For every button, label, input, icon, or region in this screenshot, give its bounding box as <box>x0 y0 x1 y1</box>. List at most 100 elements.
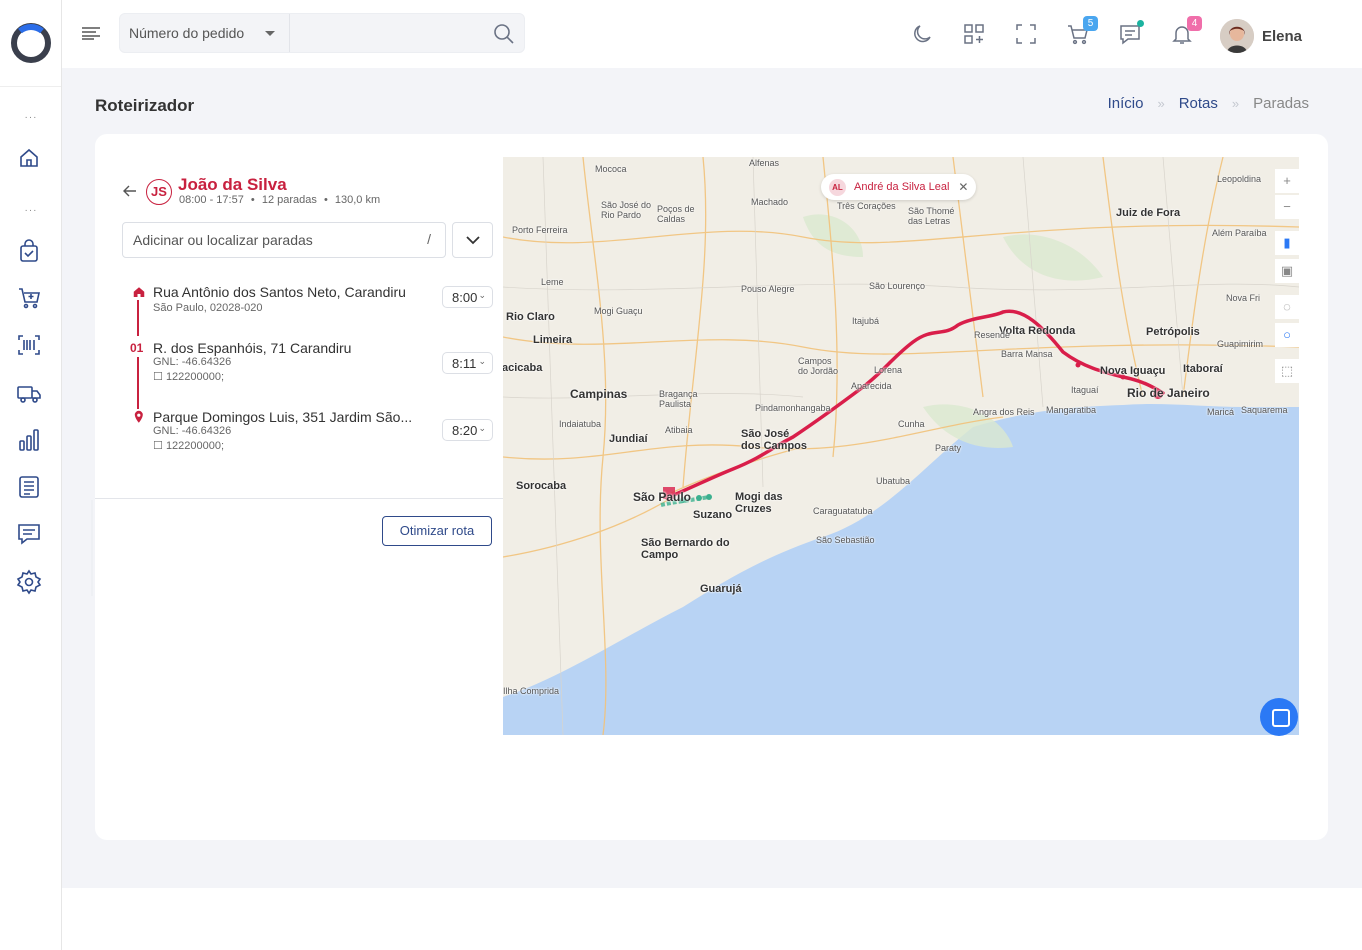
note-icon: ☐ <box>153 440 163 452</box>
map-label: Rio de Janeiro <box>1127 386 1210 400</box>
barcode-icon[interactable] <box>16 332 42 358</box>
note-icon: ☐ <box>153 371 163 383</box>
select-area-icon[interactable]: ⬚ <box>1275 359 1299 383</box>
search-type-select[interactable]: Número do pedido <box>120 14 290 52</box>
chat-support-button[interactable] <box>1260 698 1298 736</box>
map-label: São Thomé das Letras <box>908 206 955 226</box>
map-label: Volta Redonda <box>999 325 1076 337</box>
map-label: São Bernardo do Campo <box>641 537 730 561</box>
stop-code-value: 122200000; <box>165 371 225 383</box>
chevron-down-icon: ⌄ <box>478 423 486 433</box>
back-arrow-icon[interactable] <box>122 184 138 198</box>
zoom-out-button[interactable]: − <box>1275 195 1299 219</box>
sidebar-section-dots: ··· <box>24 112 38 123</box>
map-label: Rio Claro <box>506 311 555 323</box>
map-label: Saquarema <box>1241 405 1288 415</box>
list-item[interactable]: Parque Domingos Luis, 351 Jardim São... … <box>130 409 500 457</box>
meta-separator: • <box>250 194 255 206</box>
panel-divider <box>95 498 503 499</box>
circle-tool-icon[interactable]: ○ <box>1275 323 1299 347</box>
avatar[interactable] <box>1220 19 1254 53</box>
driver-filter-chip[interactable]: AL André da Silva Leal ✕ <box>821 174 977 200</box>
map-label: Mococa <box>595 164 627 174</box>
breadcrumb-home[interactable]: Início <box>1108 95 1144 112</box>
map-label: Ubatuba <box>876 476 911 486</box>
map-label: Sorocaba <box>516 480 567 492</box>
map-label: Campos do Jordão <box>798 356 839 376</box>
search-icon[interactable] <box>492 22 516 46</box>
list-item[interactable]: Rua Antônio dos Santos Neto, Carandiru S… <box>130 284 500 324</box>
cart-icon[interactable]: 5 <box>1066 16 1098 48</box>
chat-dot-badge <box>1137 20 1144 27</box>
stop-number: 01 <box>130 341 144 355</box>
chip-avatar: AL <box>829 178 846 196</box>
cart-add-icon[interactable] <box>16 285 42 311</box>
map-label: São Paulo <box>633 490 692 504</box>
stop-address: Parque Domingos Luis, 351 Jardim São... <box>153 409 413 425</box>
stops-dropdown-button[interactable] <box>452 222 493 258</box>
apps-add-icon[interactable] <box>962 22 988 48</box>
chip-label: André da Silva Leal <box>854 181 950 193</box>
stop-code: ☐ 122200000; <box>153 439 224 452</box>
satellite-icon[interactable]: ▣ <box>1275 259 1299 283</box>
stop-time-select[interactable]: 8:00 ⌄ <box>442 286 493 308</box>
moon-icon[interactable] <box>910 22 936 48</box>
stop-code: ☐ 122200000; <box>153 370 224 383</box>
map-label: Além Paraíba <box>1212 228 1267 238</box>
cart-badge: 5 <box>1083 16 1098 31</box>
map-label: Bragança Paulista <box>659 389 698 409</box>
stop-address: R. dos Espanhóis, 71 Carandiru <box>153 340 352 356</box>
map-label: Guarujá <box>700 583 742 595</box>
optimize-route-button[interactable]: Otimizar rota <box>382 516 492 546</box>
username[interactable]: Elena <box>1262 28 1302 45</box>
chat-icon[interactable] <box>1118 20 1144 48</box>
stop-search-input[interactable]: Adicinar ou localizar paradas / <box>122 222 446 258</box>
document-list-icon[interactable] <box>16 474 42 500</box>
marker-tool-icon[interactable]: ◌ <box>1275 295 1299 319</box>
map-label: Barra Mansa <box>1001 349 1053 359</box>
app-logo[interactable] <box>10 22 52 64</box>
menu-toggle-icon[interactable] <box>82 26 100 40</box>
zoom-in-button[interactable]: + <box>1275 169 1299 193</box>
map-label: Nova Fri <box>1226 293 1261 303</box>
page-title: Roteirizador <box>95 96 195 115</box>
stop-detail: GNL: -46.64326 <box>153 356 232 368</box>
stop-time-select[interactable]: 8:20 ⌄ <box>442 419 493 441</box>
message-icon[interactable] <box>16 521 42 547</box>
stop-time-select[interactable]: 8:11 ⌄ <box>442 352 493 374</box>
map-label: Limeira <box>533 334 573 346</box>
sidebar-divider <box>0 86 61 87</box>
driver-avatar: JS <box>146 179 172 205</box>
map-label: Campinas <box>570 387 628 401</box>
map-label: Ilha Comprida <box>503 686 560 696</box>
map-label: Três Corações <box>837 201 896 211</box>
chevron-down-icon <box>466 236 480 245</box>
map-label: Angra dos Reis <box>973 407 1035 417</box>
bell-icon[interactable]: 4 <box>1170 16 1202 48</box>
map-label: Porto Ferreira <box>512 225 568 235</box>
breadcrumb-separator-icon: » <box>1157 96 1165 111</box>
bar-chart-icon[interactable] <box>16 427 42 453</box>
map-label: Mangaratiba <box>1046 405 1097 415</box>
map-label: Mogi Guaçu <box>594 306 643 316</box>
route-map[interactable]: AL André da Silva Leal ✕ São Paulo Rio d… <box>503 157 1299 735</box>
truck-icon[interactable] <box>16 380 42 406</box>
panel-edge <box>91 500 93 596</box>
order-search: Número do pedido <box>119 13 525 53</box>
map-label: São Sebastião <box>816 535 875 545</box>
search-shortcut-hint: / <box>427 231 431 247</box>
meta-separator: • <box>323 194 328 206</box>
map-layer-icon[interactable]: ▮ <box>1275 231 1299 255</box>
map-label: Alfenas <box>749 158 780 168</box>
search-input[interactable] <box>292 14 482 52</box>
map-label: Paraty <box>935 443 962 453</box>
settings-icon[interactable] <box>16 569 42 595</box>
shopping-bag-check-icon[interactable] <box>16 238 42 264</box>
close-icon[interactable]: ✕ <box>958 180 968 194</box>
fullscreen-icon[interactable] <box>1014 22 1040 48</box>
map-label: Indaiatuba <box>559 419 602 429</box>
breadcrumb-routes[interactable]: Rotas <box>1179 95 1218 112</box>
home-icon[interactable] <box>16 145 42 171</box>
list-item[interactable]: 01 R. dos Espanhóis, 71 Carandiru GNL: -… <box>130 340 500 388</box>
map-label: acicaba <box>503 362 543 374</box>
